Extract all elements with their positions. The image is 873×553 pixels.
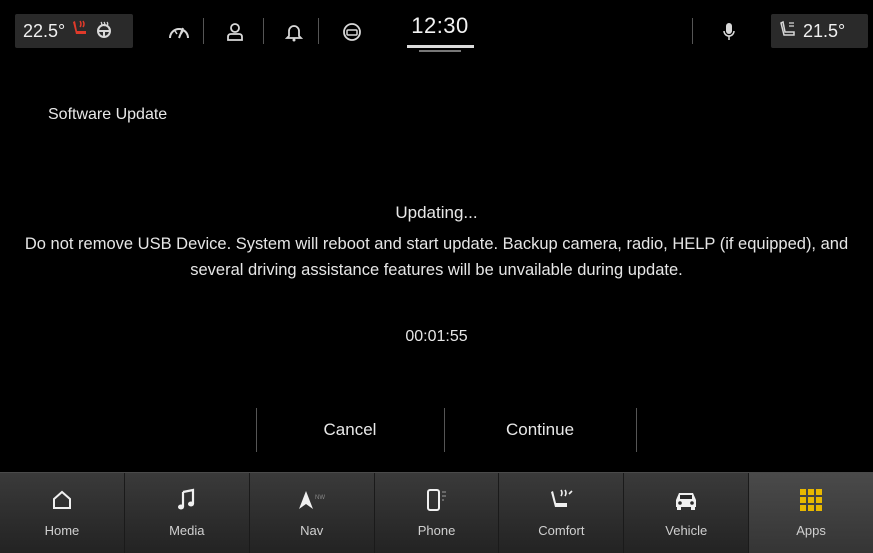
update-timer: 00:01:55 [405, 328, 468, 345]
svg-text:NW: NW [315, 495, 325, 501]
nav-item-media[interactable]: Media [125, 473, 250, 553]
music-note-icon [176, 485, 198, 515]
apps-grid-icon [799, 485, 823, 515]
nav-item-home[interactable]: Home [0, 473, 125, 553]
cancel-button[interactable]: Cancel [256, 408, 444, 452]
clock-underline-shadow [419, 50, 461, 52]
nav-label: Comfort [538, 523, 585, 538]
clock[interactable]: 12:30 [406, 13, 474, 39]
passenger-temperature: 21.5° [803, 20, 846, 41]
home-icon [51, 485, 73, 515]
nav-item-comfort[interactable]: Comfort [499, 473, 625, 553]
notification-bell-icon[interactable] [284, 22, 304, 45]
divider [203, 18, 204, 44]
user-profile-icon[interactable] [225, 22, 245, 45]
seat-comfort-icon [547, 485, 575, 515]
microphone-icon[interactable] [722, 22, 736, 45]
continue-button[interactable]: Continue [444, 408, 636, 452]
bottom-nav: Home Media NW Nav Phone Comfort Vehicle [0, 472, 873, 553]
nav-item-vehicle[interactable]: Vehicle [624, 473, 750, 553]
nav-label: Home [44, 523, 80, 538]
nav-label: Phone [417, 523, 456, 538]
divider [636, 408, 637, 452]
divider [263, 18, 264, 44]
nav-item-phone[interactable]: Phone [375, 473, 500, 553]
heated-steering-icon[interactable] [95, 21, 113, 42]
phone-icon [425, 485, 449, 515]
driver-climate-control[interactable]: 22.5° [15, 14, 133, 48]
clock-underline [407, 45, 474, 48]
car-icon [672, 485, 700, 515]
update-status: Updating... [395, 203, 478, 222]
divider [318, 18, 319, 44]
page-title: Software Update [48, 106, 168, 123]
heated-seat-icon[interactable] [71, 19, 89, 44]
nav-label: Apps [796, 523, 826, 538]
nav-label: Media [169, 523, 205, 538]
nav-label: Nav [300, 523, 324, 538]
vehicle-sensor-icon[interactable] [342, 22, 362, 45]
nav-label: Vehicle [665, 523, 708, 538]
divider [692, 18, 693, 44]
update-message: Do not remove USB Device. System will re… [24, 235, 849, 279]
compass-icon: NW [297, 485, 327, 515]
status-bar: 22.5° 12:30 21.5° [0, 0, 873, 80]
passenger-climate-control[interactable]: 21.5° [771, 14, 868, 48]
driver-temperature: 22.5° [23, 20, 66, 41]
seat-fan-icon[interactable] [779, 20, 797, 43]
driver-assist-icon[interactable] [168, 22, 190, 45]
nav-item-nav[interactable]: NW Nav [250, 473, 375, 553]
nav-item-apps[interactable]: Apps [749, 473, 873, 553]
